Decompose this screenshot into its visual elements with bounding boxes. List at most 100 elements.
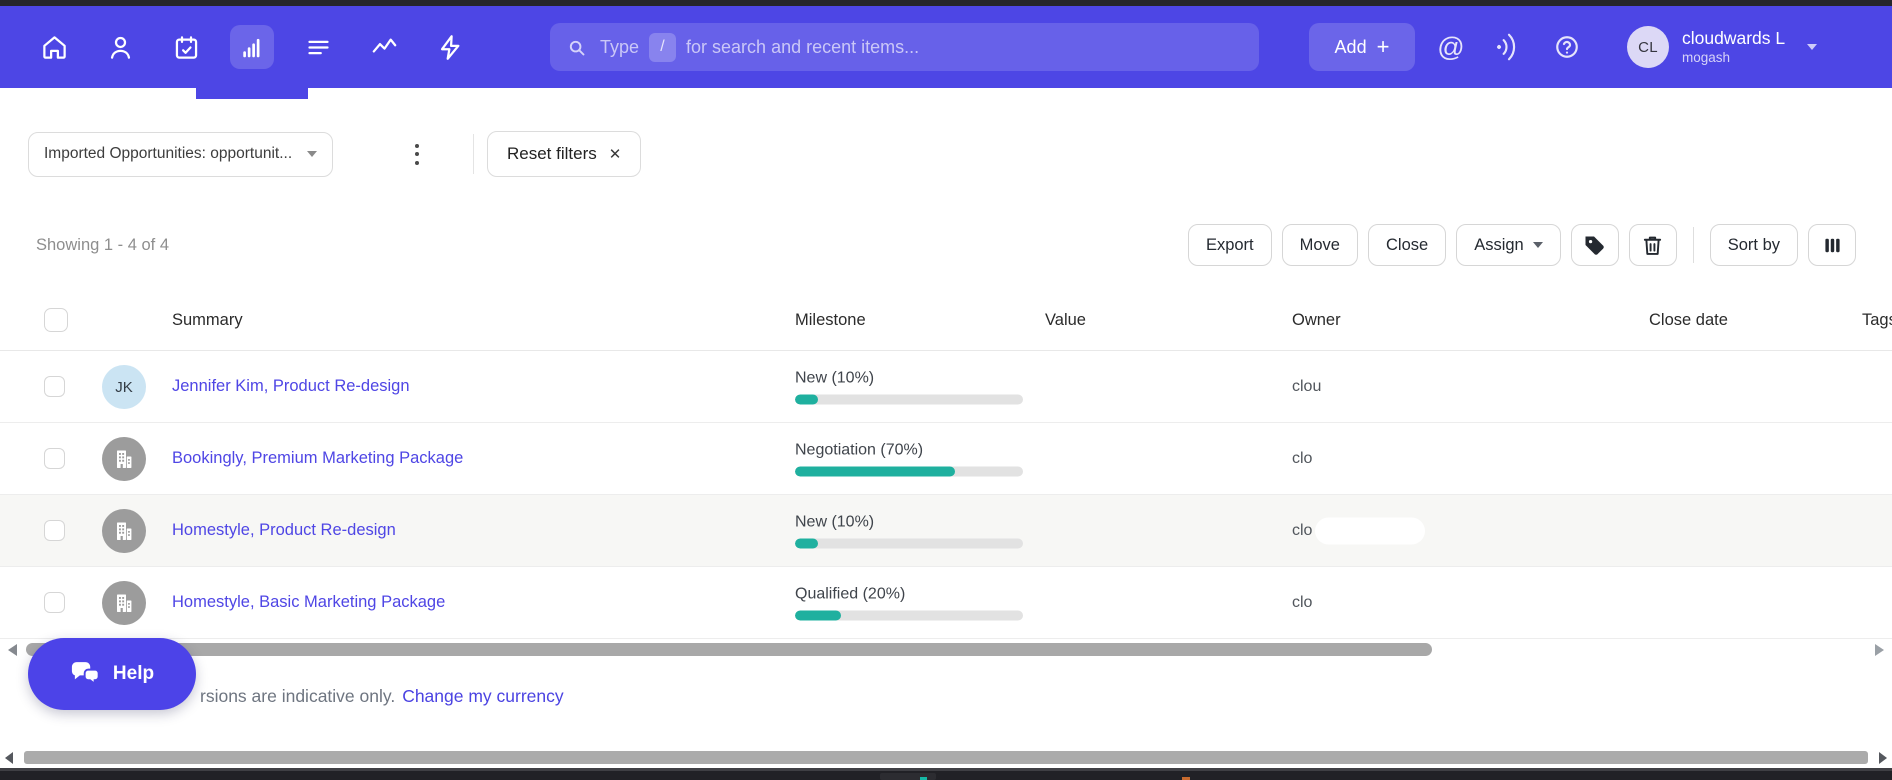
currency-note-line: rsions are indicative only. Change my cur… [200,686,564,707]
user-menu[interactable]: CL cloudwards L mogash [1627,26,1818,68]
select-all-checkbox[interactable] [44,308,68,332]
row-checkbox[interactable] [44,520,65,541]
owner-cell: clo [1292,449,1313,467]
assign-button[interactable]: Assign [1456,224,1561,266]
row-checkbox[interactable] [44,448,65,469]
filter-bar: Imported Opportunities: opportunit... Re… [28,131,642,177]
column-header-close-date: Close date [1649,311,1728,329]
building-icon [117,522,132,540]
owner-cell: clo [1292,593,1313,611]
table-row[interactable]: Homestyle, Product Re-design New (10%) c… [0,495,1892,567]
delete-button[interactable] [1628,224,1677,266]
opportunity-link[interactable]: Jennifer Kim, Product Re-design [172,351,410,422]
scrollbar-thumb[interactable] [26,643,1432,656]
milestone-progress-fill [795,610,841,620]
saved-filter-dropdown[interactable]: Imported Opportunities: opportunit... [28,131,333,177]
mentions-button[interactable]: @ [1429,25,1473,69]
scroll-right-arrow-icon[interactable] [1875,644,1884,656]
trash-icon [1644,236,1662,255]
at-icon: @ [1437,31,1465,62]
milestone-progress-fill [795,466,955,476]
sort-by-button[interactable]: Sort by [1709,224,1798,266]
broadcast-button[interactable] [1487,25,1531,69]
crm-opportunities-list-screen: { "nav": { "icons": ["home", "contacts",… [0,0,1892,780]
divider [1692,227,1694,263]
page-horizontal-scrollbar[interactable] [0,749,1892,766]
nav-calendar-button[interactable] [164,25,208,69]
slash-shortcut-key: / [649,32,677,62]
close-opportunity-button[interactable]: Close [1368,224,1447,266]
result-count: Showing 1 - 4 of 4 [36,235,169,254]
columns-button[interactable] [1808,224,1856,266]
nav-home-button[interactable] [32,25,76,69]
list-toolbar: Showing 1 - 4 of 4 Export Move Close Ass… [36,224,1856,266]
home-icon [42,35,66,59]
milestone-label: Qualified (20%) [795,585,906,602]
table-horizontal-scrollbar[interactable] [0,641,1892,659]
row-avatar [102,581,146,625]
reset-filters-button[interactable]: Reset filters ✕ [487,131,642,177]
opportunities-table: Summary Milestone Value Owner Close date… [0,290,1892,639]
nav-sales-activity-button[interactable] [362,25,406,69]
building-icon [117,594,132,612]
user-name: cloudwards L [1682,28,1786,49]
milestone-progress-bar [795,394,1023,404]
person-icon [110,36,130,59]
nav-contacts-button[interactable] [98,25,142,69]
row-avatar [102,437,146,481]
owner-overlay-pill [1315,517,1425,544]
owner-cell: clo [1292,521,1313,539]
building-icon [117,450,132,468]
nav-analytics-button[interactable] [230,25,274,69]
milestone-progress-bar [795,610,1023,620]
search-icon [569,40,585,55]
move-button[interactable]: Move [1281,224,1358,266]
filter-options-menu[interactable] [399,132,435,176]
active-tab-indicator [196,88,308,99]
scrollbar-thumb[interactable] [24,751,1868,764]
opportunity-link[interactable]: Homestyle, Product Re-design [172,495,396,566]
list-lines-icon [307,40,329,54]
row-checkbox[interactable] [44,592,65,613]
milestone-progress-fill [795,394,818,404]
nav-lists-button[interactable] [296,25,340,69]
plus-icon: + [1376,34,1390,59]
milestone-cell: Negotiation (70%) [795,441,1023,476]
opportunity-link[interactable]: Bookingly, Premium Marketing Package [172,423,463,494]
calendar-check-icon [175,35,197,59]
close-icon: ✕ [608,146,622,163]
milestone-progress-bar [795,466,1023,476]
chevron-down-icon [307,151,317,157]
table-row[interactable]: Homestyle, Basic Marketing Package Quali… [0,567,1892,639]
tag-button[interactable] [1570,224,1619,266]
change-currency-link[interactable]: Change my currency [402,686,563,706]
divider [473,134,474,174]
export-button[interactable]: Export [1187,224,1272,266]
taskbar-item [880,773,936,780]
milestone-cell: New (10%) [795,369,1023,404]
row-avatar: JK [102,365,146,409]
global-search-input[interactable]: Type / for search and recent items... [550,23,1259,71]
nav-automation-button[interactable] [428,25,472,69]
opportunity-link[interactable]: Homestyle, Basic Marketing Package [172,567,445,638]
saved-filter-label: Imported Opportunities: opportunit... [44,145,293,162]
table-body: JK Jennifer Kim, Product Re-design New (… [0,351,1892,639]
milestone-label: New (10%) [795,513,875,530]
milestone-cell: New (10%) [795,513,1023,548]
row-checkbox[interactable] [44,376,65,397]
top-nav: Type / for search and recent items... Ad… [0,6,1892,88]
help-chat-button[interactable]: Help [28,638,196,710]
chevron-down-icon [1807,44,1818,50]
scroll-left-arrow-icon[interactable] [5,752,13,764]
table-row[interactable]: Bookingly, Premium Marketing Package Neg… [0,423,1892,495]
column-header-summary: Summary [172,311,243,329]
help-menu-button[interactable] [1545,25,1589,69]
add-button[interactable]: Add + [1309,23,1415,71]
scroll-right-arrow-icon[interactable] [1879,752,1887,764]
table-row[interactable]: JK Jennifer Kim, Product Re-design New (… [0,351,1892,423]
scroll-left-arrow-icon[interactable] [8,644,17,656]
column-header-owner: Owner [1292,311,1341,329]
avatar: CL [1627,26,1669,68]
milestone-label: Negotiation (70%) [795,441,924,458]
bar-chart-icon [242,38,259,57]
